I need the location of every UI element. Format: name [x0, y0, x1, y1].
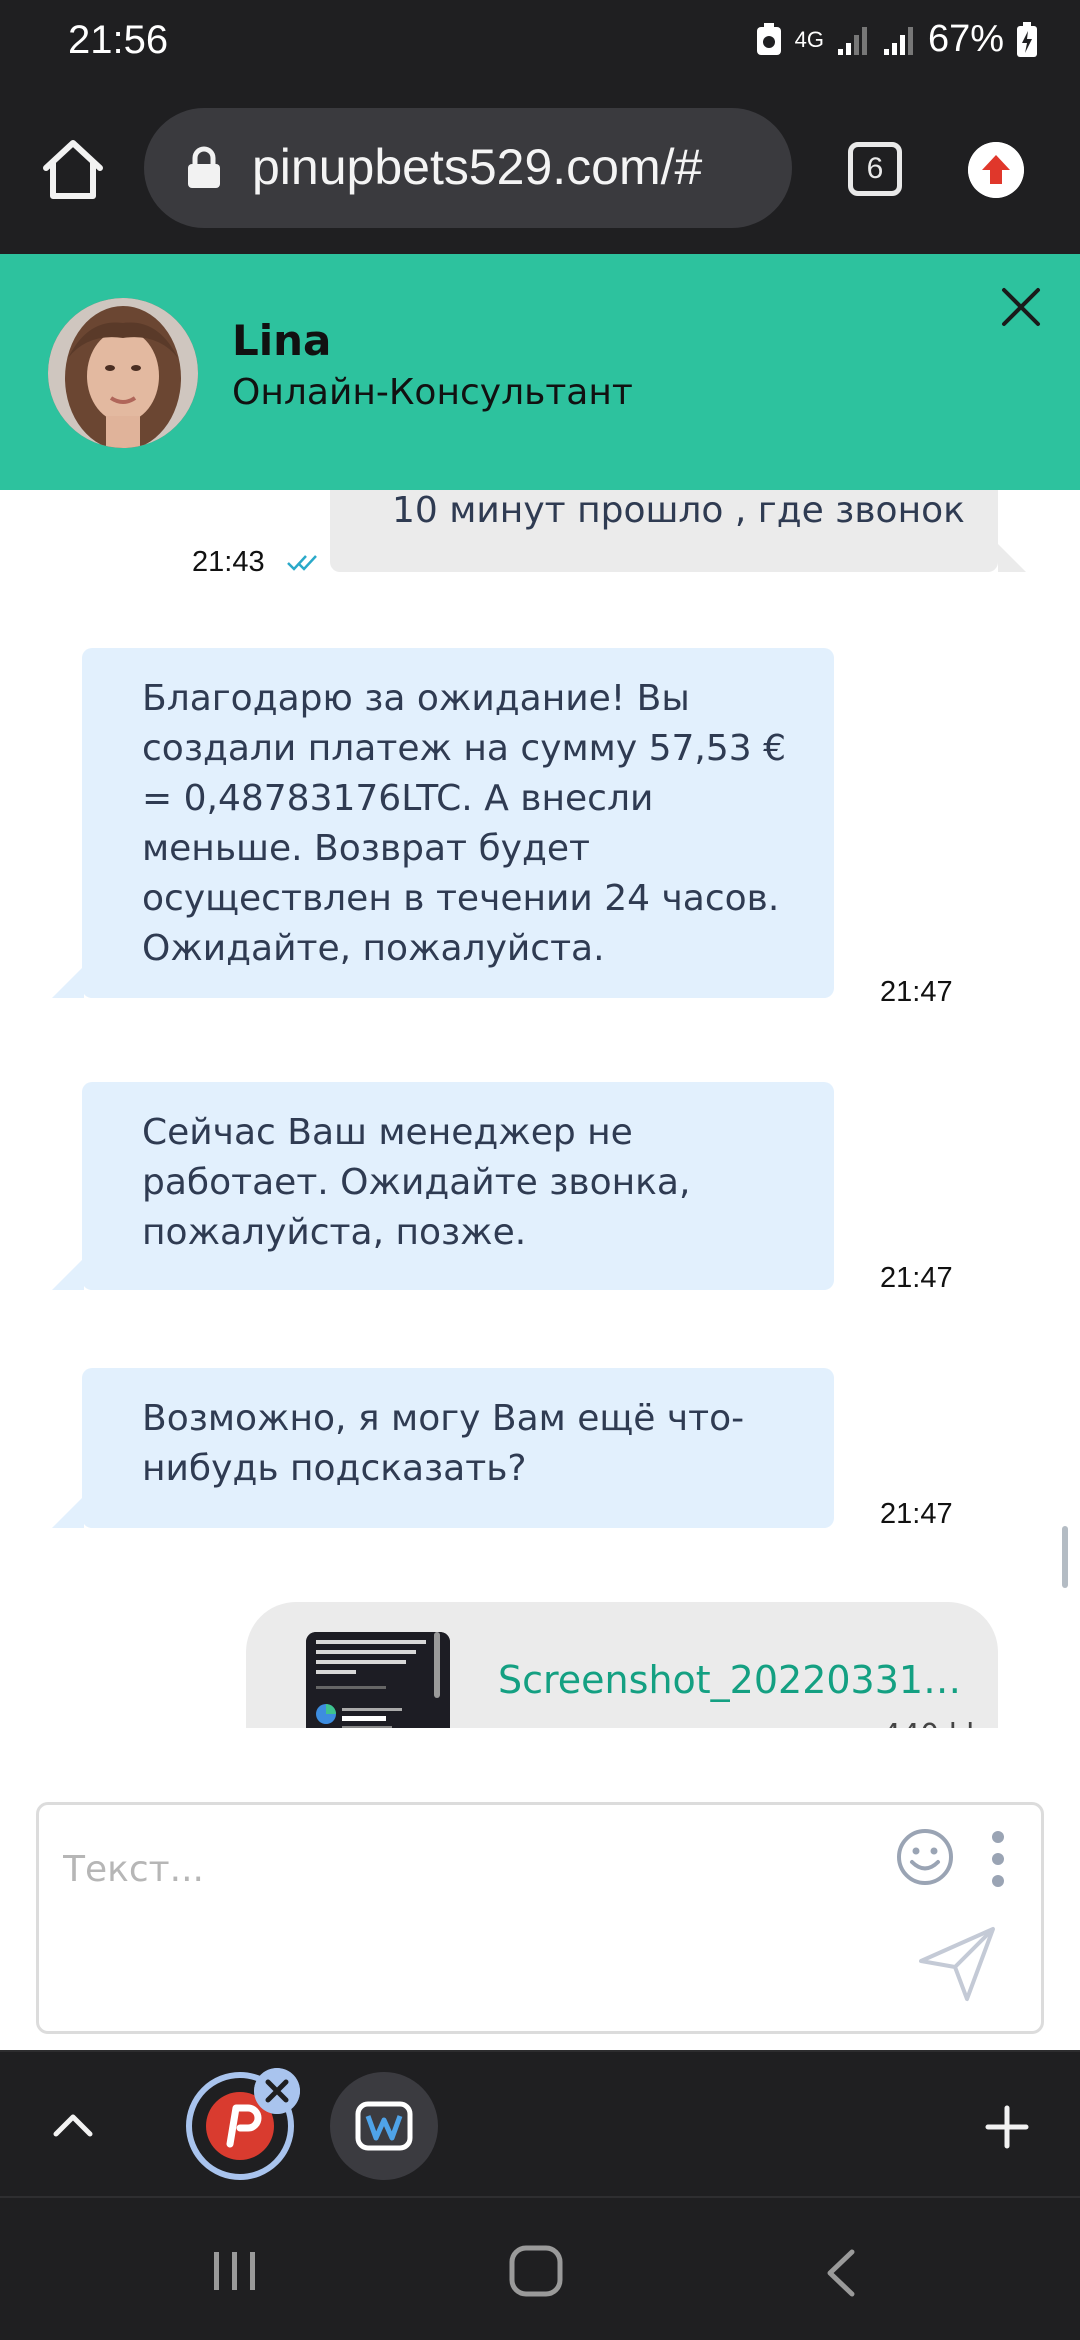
avatar — [48, 298, 198, 448]
home-icon[interactable] — [40, 136, 106, 202]
message-line: Ожидайте, пожалуйста. — [142, 928, 605, 969]
close-icon[interactable] — [996, 282, 1046, 332]
message-line: меньше. Возврат будет — [142, 828, 590, 869]
file-name[interactable]: Screenshot_20220331… — [498, 1658, 961, 1702]
image-icon — [306, 1632, 450, 1730]
browser-tab-strip — [0, 2050, 1080, 2196]
message-text: 10 минут прошло , где звонок — [392, 490, 965, 531]
message-line: пожалуйста, позже. — [142, 1212, 527, 1253]
tab-close-icon[interactable] — [254, 2068, 300, 2114]
chevron-up-icon[interactable] — [48, 2104, 98, 2144]
home-button-icon[interactable] — [508, 2244, 564, 2298]
add-tab-icon[interactable] — [984, 2104, 1030, 2150]
scrollbar-thumb[interactable] — [1062, 1526, 1068, 1588]
agent-name: Lina — [232, 316, 332, 365]
message-composer — [36, 1802, 1044, 2034]
outgoing-message: 10 минут прошло , где звонок — [330, 490, 1026, 572]
message-time: 21:47 — [880, 1498, 953, 1530]
url-text: pinupbets529.com/# — [252, 139, 703, 195]
chat-header: Lina Онлайн-Консультант — [0, 254, 1080, 490]
message-line: осуществлен в течении 24 часов. — [142, 878, 780, 919]
avatar-photo — [48, 298, 198, 448]
message-line: работает. Ожидайте звонка, — [142, 1162, 691, 1203]
message-line: = 0,48783176LTC. А внесли — [142, 778, 654, 819]
message-line: Благодарю за ожидание! Вы — [142, 678, 690, 719]
more-options-icon[interactable] — [983, 1827, 1013, 1891]
file-thumbnail[interactable] — [306, 1632, 450, 1730]
bubble-tail — [52, 1496, 84, 1528]
status-time: 21:56 — [68, 18, 169, 62]
data-saver-icon — [756, 22, 781, 55]
message-line: нибудь подсказать? — [142, 1448, 527, 1489]
message-line: Сейчас Ваш менеджер не — [142, 1112, 633, 1153]
signal-icon-2 — [883, 26, 913, 55]
bubble-tail — [52, 966, 84, 998]
upload-arrow-icon[interactable] — [968, 142, 1024, 198]
battery-icon — [1017, 21, 1037, 57]
message-line: создали платеж на сумму 57,53 € — [142, 728, 786, 769]
incoming-message: Возможно, я могу Вам ещё что- нибудь под… — [82, 1368, 834, 1528]
battery-percent: 67% — [927, 18, 1004, 60]
incoming-message: Благодарю за ожидание! Вы создали платеж… — [82, 648, 834, 998]
browser-toolbar: pinupbets529.com/# 6 — [0, 86, 1080, 254]
signal-icon — [837, 26, 867, 55]
outgoing-file-message[interactable]: Screenshot_20220331… 440 kb — [246, 1602, 998, 1730]
recent-apps-icon[interactable] — [210, 2248, 260, 2294]
tab-second-site[interactable] — [330, 2072, 438, 2180]
message-line: Возможно, я могу Вам ещё что- — [142, 1398, 745, 1439]
lock-icon — [188, 146, 220, 188]
message-time: 21:47 — [880, 1262, 953, 1294]
message-list[interactable]: 10 минут прошло , где звонок 21:43 Благо… — [0, 490, 1080, 1730]
message-time: 21:47 — [880, 976, 953, 1008]
site-logo-icon — [355, 2101, 413, 2151]
bubble-tail — [52, 1258, 84, 1290]
send-icon[interactable] — [915, 1921, 999, 2005]
back-icon[interactable] — [822, 2248, 858, 2298]
system-nav-bar — [0, 2196, 1080, 2340]
incoming-message: Сейчас Ваш менеджер не работает. Ожидайт… — [82, 1082, 834, 1290]
network-type: 4G — [794, 26, 824, 52]
read-receipt-icon — [287, 555, 317, 571]
messages-fade — [0, 1728, 1080, 1802]
app-screen: 21:56 4G 67% pinupbets529.com/# 6 Lina О… — [0, 0, 1080, 2340]
tab-switcher-button[interactable]: 6 — [848, 142, 902, 196]
agent-role: Онлайн-Консультант — [232, 372, 633, 413]
status-icons: 4G 67% — [755, 18, 1038, 61]
emoji-icon[interactable] — [895, 1827, 955, 1887]
message-time: 21:43 — [192, 546, 265, 578]
message-input[interactable] — [63, 1849, 863, 1890]
address-bar[interactable]: pinupbets529.com/# — [144, 108, 792, 228]
status-bar: 21:56 4G 67% — [0, 0, 1080, 86]
